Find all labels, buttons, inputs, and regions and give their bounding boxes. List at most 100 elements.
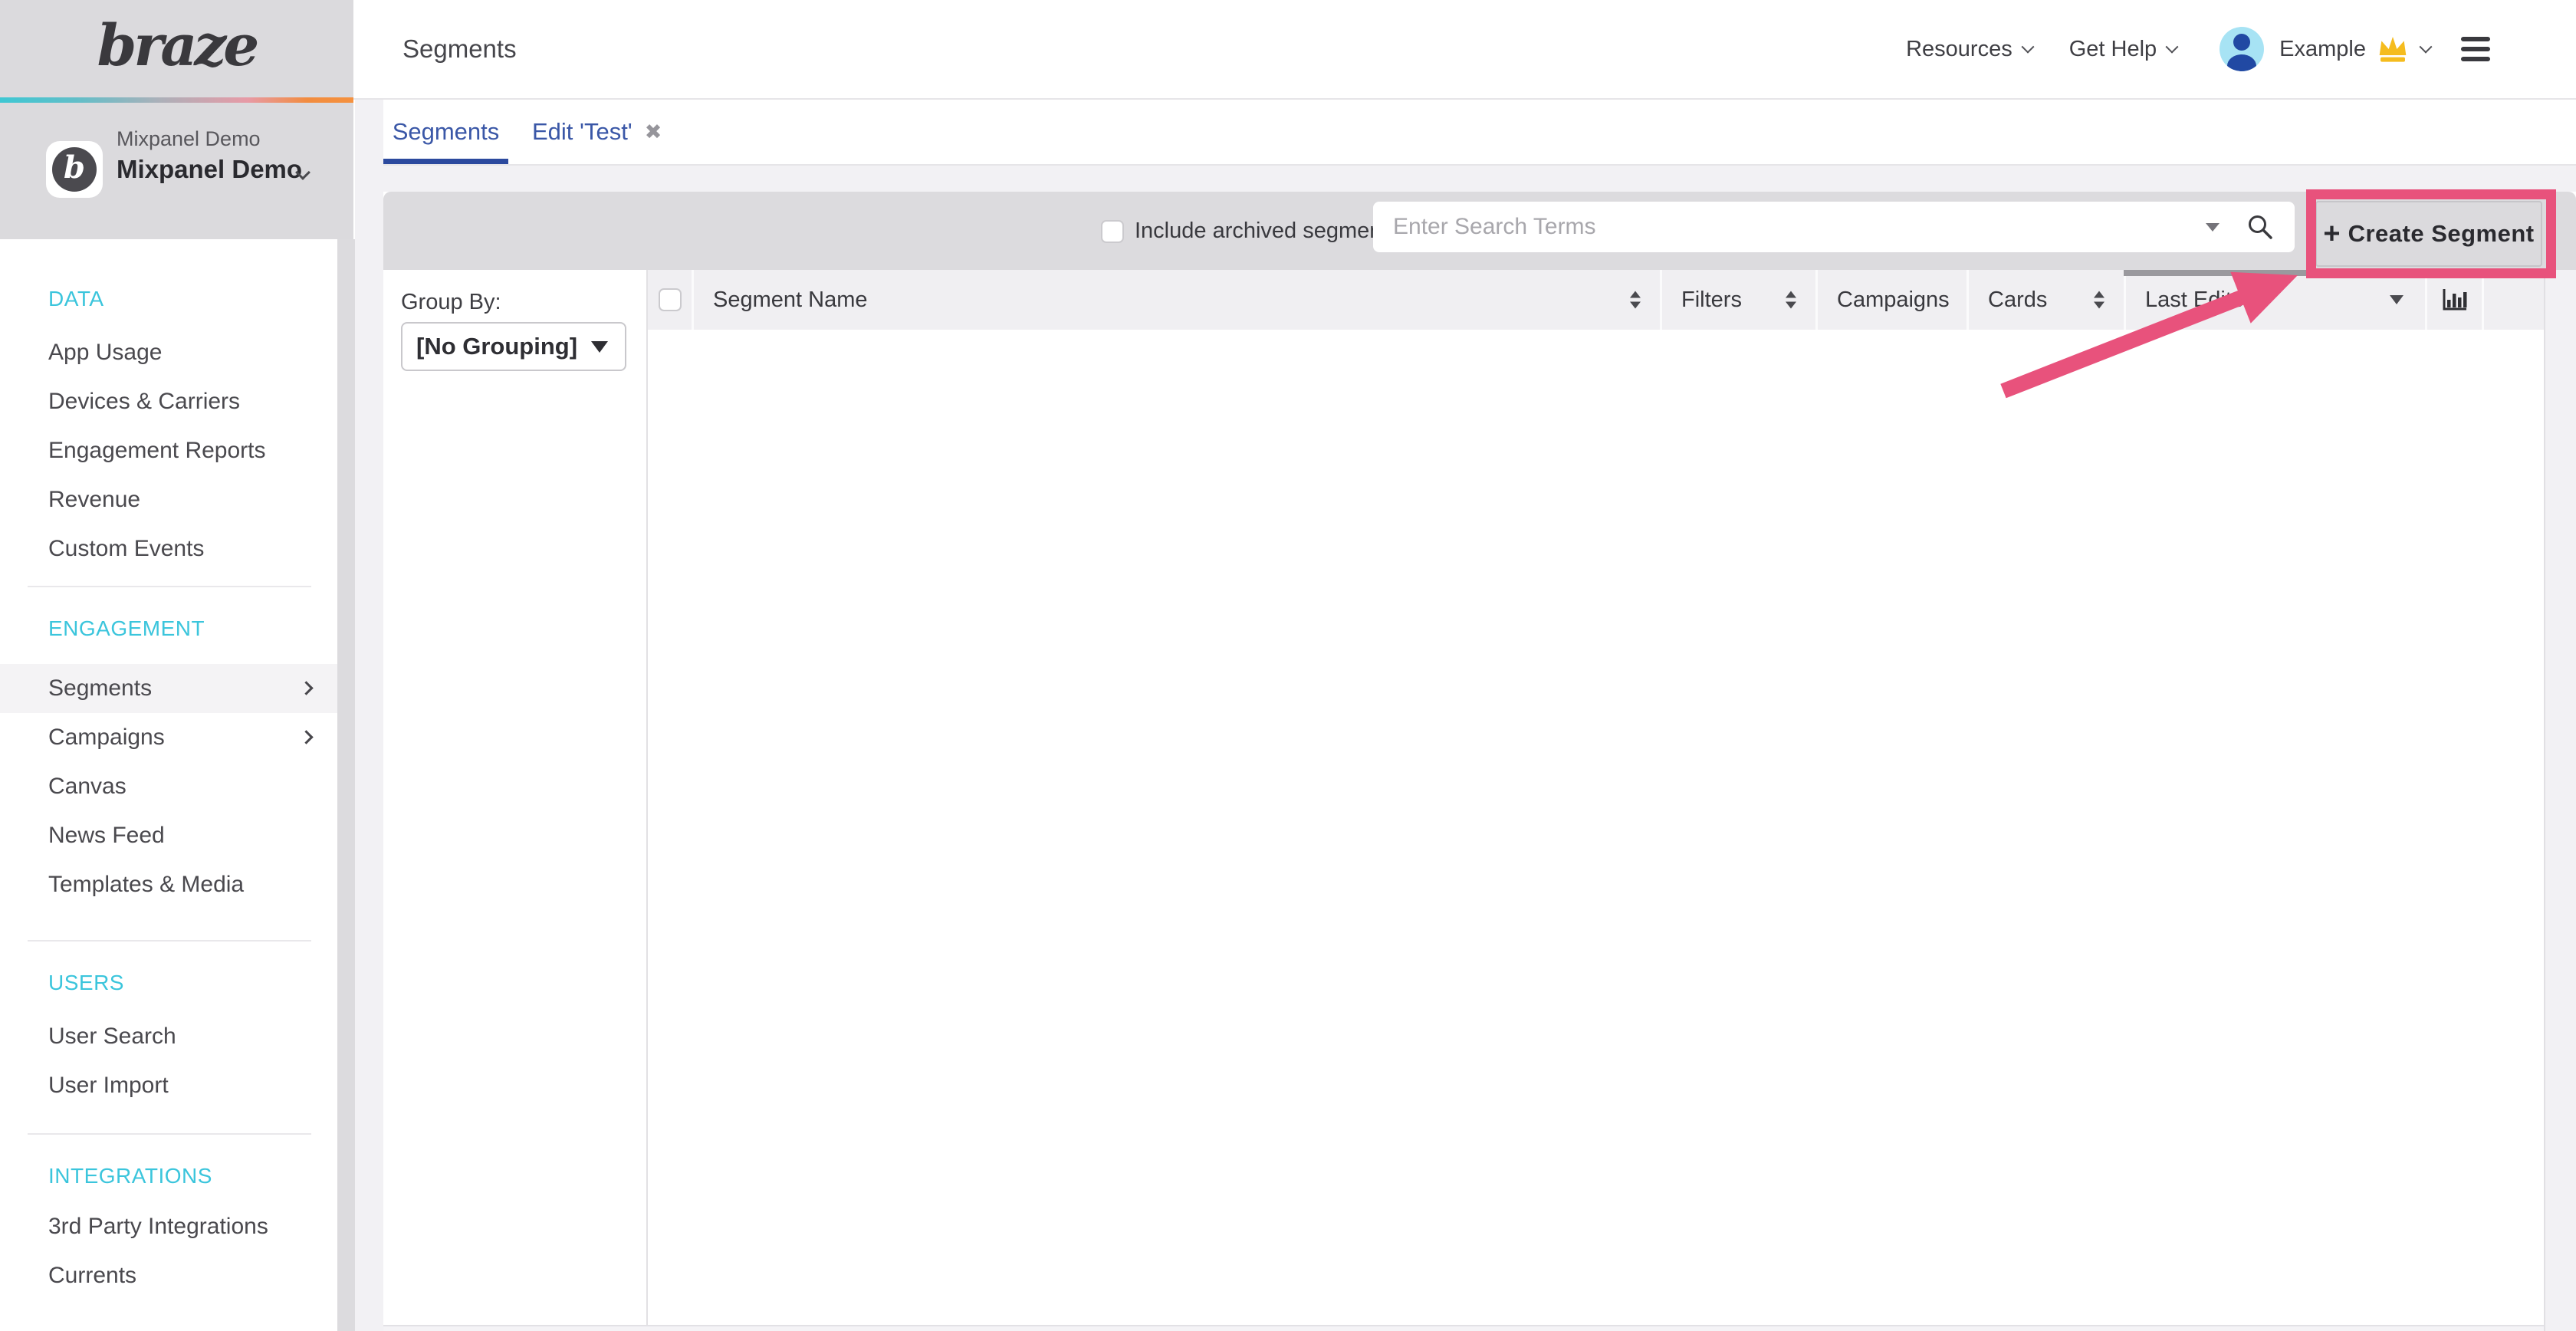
content-gap	[383, 166, 2576, 192]
select-all-checkbox[interactable]	[659, 288, 682, 311]
sidebar-item-label: App Usage	[48, 340, 162, 365]
chevron-right-icon	[299, 681, 313, 695]
chevron-right-icon	[299, 730, 313, 744]
sidebar-section-data: DATA	[0, 285, 337, 313]
plus-icon: +	[2323, 219, 2340, 248]
sidebar-section-users: USERS	[0, 969, 337, 997]
create-segment-button[interactable]: + Create Segment	[2315, 201, 2542, 267]
create-segment-label: Create Segment	[2348, 220, 2535, 248]
brand-gradient-bar	[0, 97, 353, 103]
sort-icon[interactable]	[1630, 291, 1641, 309]
search-dropdown-caret-icon[interactable]	[2206, 223, 2220, 232]
sorted-column-indicator	[2124, 270, 2544, 276]
sidebar-item-engagement-reports[interactable]: Engagement Reports	[0, 426, 337, 475]
search-input[interactable]	[1373, 202, 2295, 252]
braze-logo: braze	[0, 0, 353, 92]
column-campaigns: Campaigns	[1815, 270, 1967, 330]
account-name: Example	[2279, 37, 2366, 62]
column-analytics[interactable]	[2425, 270, 2482, 330]
page-gutter	[355, 100, 383, 1331]
sidebar-item-segments[interactable]: Segments	[0, 664, 337, 713]
sidebar-item-currents[interactable]: Currents	[0, 1251, 337, 1300]
sidebar-item-user-import[interactable]: User Import	[0, 1061, 337, 1110]
sort-icon[interactable]	[1786, 291, 1796, 309]
sidebar-divider	[28, 1133, 311, 1135]
column-segment-name[interactable]: Segment Name	[692, 270, 1660, 330]
column-cards[interactable]: Cards	[1967, 270, 2124, 330]
sidebar-item-label: User Search	[48, 1024, 176, 1049]
braze-b-icon: b	[52, 147, 97, 192]
topbar: Segments Resources Get Help Example	[353, 0, 2576, 100]
workspace-selector[interactable]: b Mixpanel Demo Mixpanel Demo	[0, 103, 353, 239]
panel-table-divider	[646, 270, 648, 1325]
bar-chart-icon[interactable]	[2441, 288, 2469, 312]
chevron-down-icon	[2420, 41, 2433, 54]
sidebar-item-campaigns[interactable]: Campaigns	[0, 713, 337, 762]
sidebar-item-label: 3rd Party Integrations	[48, 1214, 268, 1239]
column-spare	[2482, 270, 2544, 330]
group-by-panel: Group By: [No Grouping]	[383, 270, 646, 1325]
workspace-icon: b	[46, 141, 103, 198]
chevron-down-icon	[2021, 41, 2034, 54]
table-scrollbar-track	[2544, 270, 2576, 1331]
active-tab-underline	[383, 159, 508, 164]
sidebar-item-3rd-party-integrations[interactable]: 3rd Party Integrations	[0, 1202, 337, 1251]
sidebar-item-label: Segments	[48, 675, 152, 701]
group-by-value: [No Grouping]	[416, 324, 577, 370]
sidebar-scrollbar-track	[337, 239, 355, 1331]
sidebar-item-user-search[interactable]: User Search	[0, 1012, 337, 1061]
sidebar-item-label: User Import	[48, 1073, 169, 1098]
workspace-app-label: Mixpanel Demo	[117, 127, 261, 151]
account-menu[interactable]: Example	[2220, 27, 2430, 71]
column-filters[interactable]: Filters	[1660, 270, 1815, 330]
tabbar: Segments Edit 'Test' ✖	[383, 100, 2576, 166]
sidebar-item-label: Campaigns	[48, 725, 165, 750]
workspace-name: Mixpanel Demo	[117, 155, 302, 184]
resources-menu[interactable]: Resources	[1906, 37, 2032, 62]
avatar	[2220, 27, 2264, 71]
sidebar-item-label: Canvas	[48, 774, 127, 799]
segments-toolbar: Include archived segments	[383, 192, 2576, 270]
search-icon[interactable]	[2246, 212, 2275, 242]
get-help-label: Get Help	[2069, 37, 2157, 62]
sidebar-item-canvas[interactable]: Canvas	[0, 762, 337, 811]
tab-label: Segments	[393, 118, 500, 145]
tab-edit-test[interactable]: Edit 'Test' ✖	[532, 100, 662, 164]
chevron-down-icon	[2166, 41, 2179, 54]
column-label: Segment Name	[713, 288, 868, 313]
sidebar-item-label: Revenue	[48, 487, 140, 512]
column-label: Filters	[1681, 288, 1742, 313]
include-archived-label[interactable]: Include archived segments	[1135, 192, 1399, 270]
group-by-dropdown[interactable]: [No Grouping]	[401, 322, 626, 371]
logo-block: braze	[0, 0, 353, 97]
sidebar-item-label: Templates & Media	[48, 872, 244, 897]
include-archived-checkbox[interactable]	[1101, 220, 1124, 243]
sidebar-nav: DATA App Usage Devices & Carriers Engage…	[0, 239, 337, 1331]
close-icon[interactable]: ✖	[645, 120, 662, 144]
sidebar-divider	[28, 940, 311, 942]
group-by-label: Group By:	[401, 290, 501, 315]
tab-segments[interactable]: Segments	[383, 100, 508, 164]
segments-table-header: Segment Name Filters Campaigns Cards Las…	[648, 270, 2544, 330]
sidebar-item-app-usage[interactable]: App Usage	[0, 328, 337, 377]
column-dropdown-caret-icon[interactable]	[2390, 295, 2404, 304]
sidebar-item-label: Engagement Reports	[48, 438, 266, 463]
menu-icon[interactable]	[2461, 37, 2490, 61]
sidebar-section-integrations: INTEGRATIONS	[0, 1162, 337, 1190]
sidebar-item-devices-carriers[interactable]: Devices & Carriers	[0, 377, 337, 426]
sort-icon[interactable]	[2094, 291, 2104, 309]
column-label: Last Edited	[2145, 288, 2256, 313]
column-label: Cards	[1988, 288, 2047, 313]
sidebar-item-templates-media[interactable]: Templates & Media	[0, 860, 337, 909]
sidebar-item-label: Custom Events	[48, 536, 204, 561]
sidebar-item-revenue[interactable]: Revenue	[0, 475, 337, 524]
sidebar-section-engagement: ENGAGEMENT	[0, 615, 337, 642]
select-all-cell	[648, 270, 692, 330]
get-help-menu[interactable]: Get Help	[2069, 37, 2177, 62]
crown-icon	[2375, 34, 2410, 64]
sidebar-item-label: Currents	[48, 1263, 136, 1288]
sidebar-item-custom-events[interactable]: Custom Events	[0, 524, 337, 573]
column-last-edited[interactable]: Last Edited	[2124, 270, 2425, 330]
search-box	[1373, 202, 2295, 252]
sidebar-item-news-feed[interactable]: News Feed	[0, 811, 337, 860]
